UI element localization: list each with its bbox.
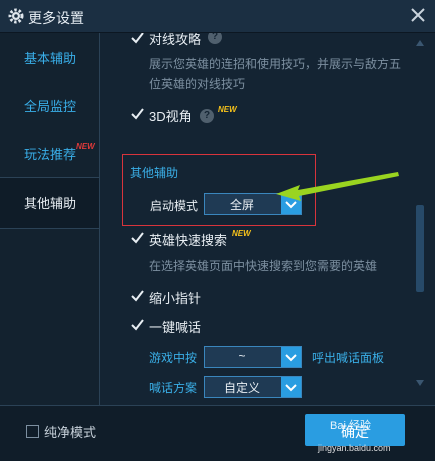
sidebar-item-label: 其他辅助 <box>24 196 77 211</box>
shrink-cursor-label: 缩小指针 <box>149 291 202 306</box>
window-title: 更多设置 <box>28 10 84 26</box>
duixian-desc-line1: 展示您英雄的连招和使用技巧，并展示与敌方五 <box>149 57 402 71</box>
gear-icon <box>8 8 24 24</box>
scrollbar-thumb[interactable] <box>416 205 424 292</box>
settings-content: 对线攻略 ? 展示您英雄的连招和使用技巧，并展示与敌方五 位英雄的对线技巧 3D… <box>100 33 407 405</box>
watermark-brand: Bai 经验 <box>330 420 371 432</box>
pure-mode-checkbox[interactable] <box>26 425 39 438</box>
checkbox-hero-search[interactable] <box>131 231 144 244</box>
pure-mode-label: 纯净模式 <box>44 425 97 440</box>
start-mode-label: 启动模式 <box>150 199 199 213</box>
shout-label: 一键喊话 <box>149 320 202 335</box>
scroll-down-icon[interactable] <box>416 380 424 386</box>
view3d-label: 3D视角 <box>149 109 192 124</box>
hotkey-select[interactable]: ~ <box>204 346 302 368</box>
new-badge: NEW <box>218 105 237 114</box>
hotkey-label: 游戏中按 <box>149 351 198 365</box>
sidebar-item-basic[interactable]: 基本辅助 <box>0 33 99 83</box>
checkbox-shrink-cursor[interactable] <box>131 289 144 302</box>
section-title-other: 其他辅助 <box>130 166 179 180</box>
sidebar-item-label: 玩法推荐 <box>24 147 77 162</box>
chevron-down-icon <box>281 347 301 367</box>
scheme-label: 喊话方案 <box>149 381 198 395</box>
title-bar: 更多设置 <box>0 0 435 33</box>
duixian-label: 对线攻略 <box>149 33 202 47</box>
scroll-up-icon[interactable] <box>416 40 424 46</box>
sidebar-item-label: 全局监控 <box>24 99 77 114</box>
duixian-desc-line2: 位英雄的对线技巧 <box>149 77 246 91</box>
new-badge: NEW <box>232 229 251 238</box>
sidebar-item-label: 基本辅助 <box>24 51 77 66</box>
start-mode-value: 全屏 <box>229 198 254 212</box>
sidebar-item-global-monitor[interactable]: 全局监控 <box>0 81 99 131</box>
hero-search-desc: 在选择英雄页面中快速搜索到您需要的英雄 <box>149 259 378 273</box>
close-icon[interactable] <box>409 6 427 24</box>
hero-search-label: 英雄快速搜索 <box>149 233 228 248</box>
sidebar: 基本辅助 全局监控 玩法推荐 NEW 其他辅助 <box>0 33 100 405</box>
checkbox-duixian[interactable] <box>131 33 144 44</box>
help-icon[interactable]: ? <box>208 33 222 44</box>
hotkey-suffix: 呼出喊话面板 <box>312 351 385 365</box>
new-badge: NEW <box>76 142 95 151</box>
scheme-select[interactable]: 自定义 <box>204 376 302 398</box>
sidebar-item-other[interactable]: 其他辅助 <box>0 177 99 229</box>
chevron-down-icon <box>281 377 301 397</box>
checkbox-view3d[interactable] <box>131 107 144 120</box>
sidebar-item-recommend[interactable]: 玩法推荐 NEW <box>0 129 99 179</box>
annotation-arrow-icon <box>276 172 399 201</box>
hotkey-value: ~ <box>238 349 246 363</box>
scheme-value: 自定义 <box>223 381 260 395</box>
watermark-url: jingyan.baidu.com <box>318 443 391 453</box>
checkbox-shout[interactable] <box>131 318 144 331</box>
help-icon[interactable]: ? <box>200 109 214 123</box>
